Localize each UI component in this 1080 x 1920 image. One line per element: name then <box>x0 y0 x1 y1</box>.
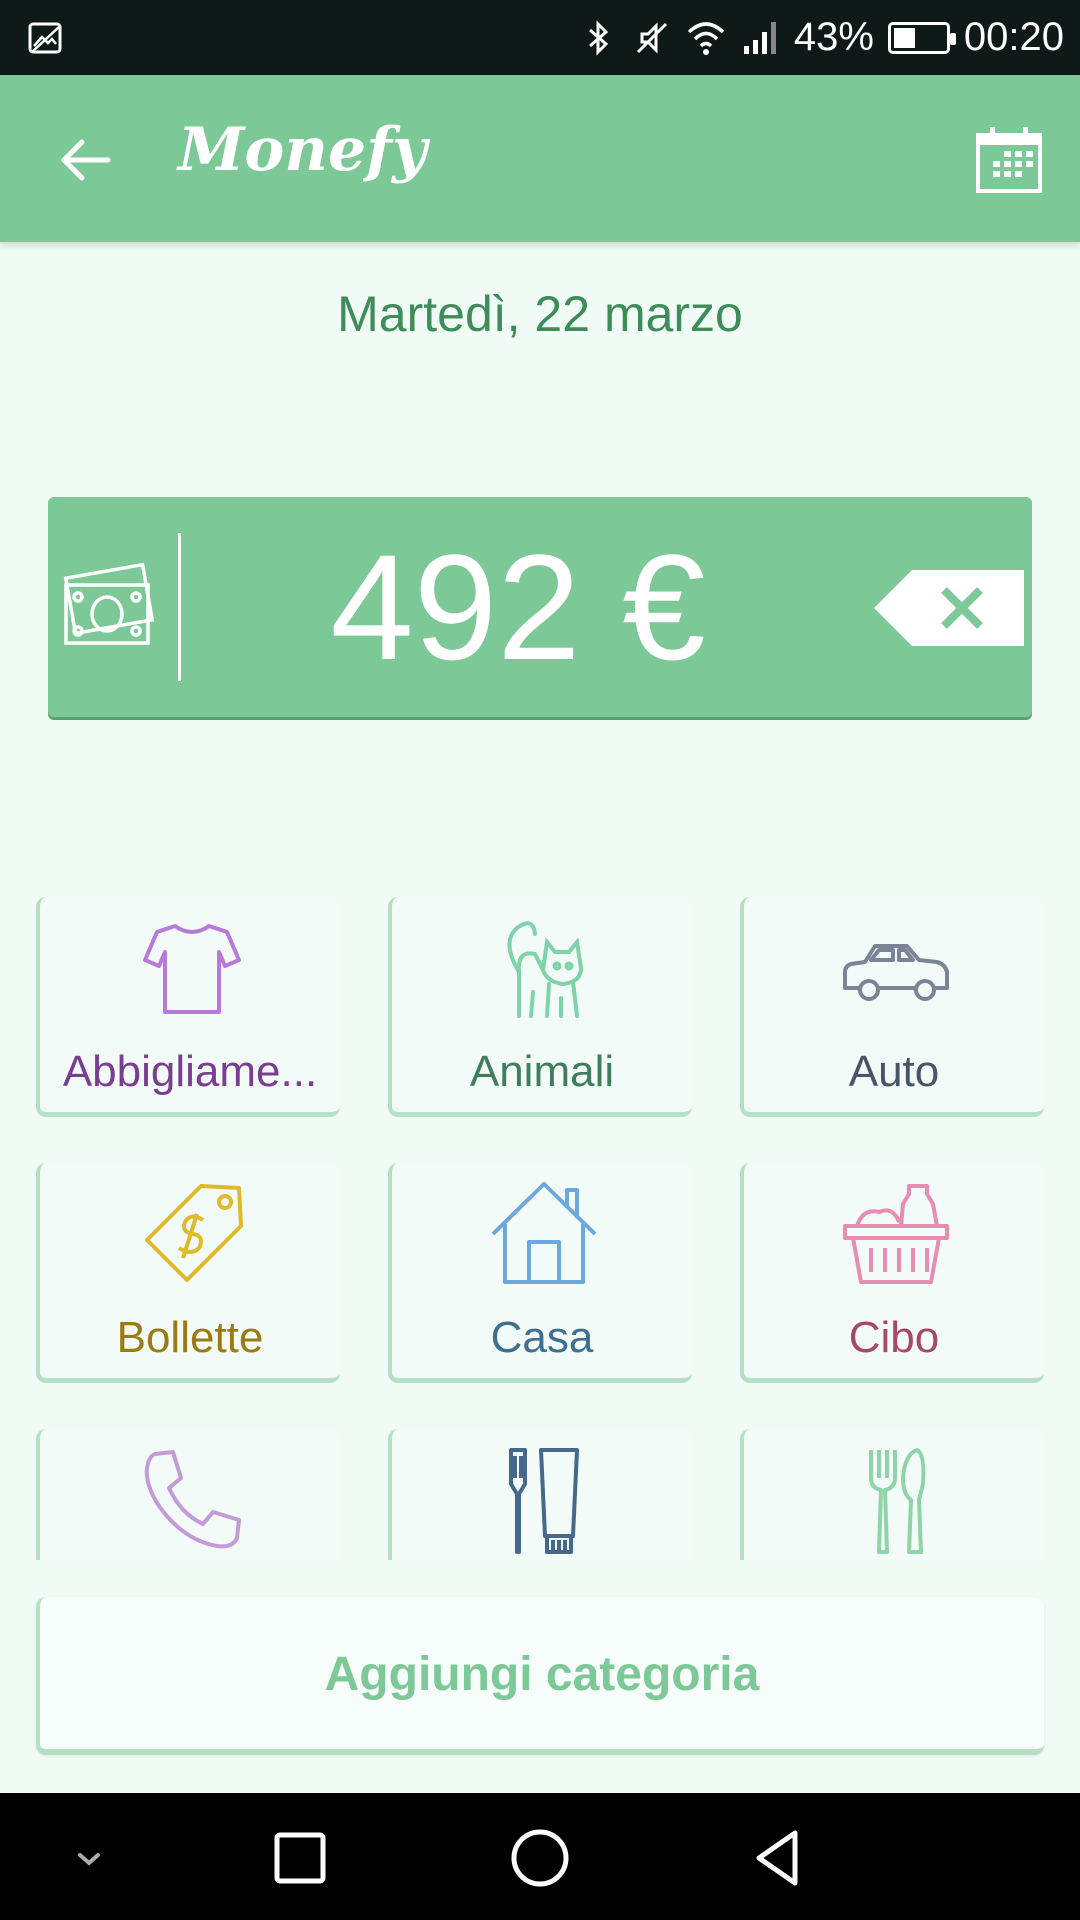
category-restaurant[interactable] <box>740 1429 1044 1560</box>
category-grid: Abbigliame... Animali Auto Bollette Casa… <box>36 897 1044 1560</box>
category-home[interactable]: Casa <box>388 1163 692 1383</box>
fork-knife-icon <box>869 1448 926 1554</box>
category-bills[interactable]: Bollette <box>36 1163 340 1383</box>
image-icon <box>28 22 62 54</box>
back-icon[interactable] <box>745 1823 815 1893</box>
category-car[interactable]: Auto <box>740 897 1044 1117</box>
category-label: Auto <box>848 1047 940 1096</box>
calendar-icon[interactable] <box>974 125 1044 195</box>
navigation-bar <box>0 1793 1080 1920</box>
battery-icon <box>887 21 956 54</box>
cat-icon <box>507 921 584 1018</box>
amount-display: 492 € <box>48 497 1032 717</box>
add-category-button[interactable]: Aggiungi categoria <box>36 1597 1044 1755</box>
amount-divider <box>178 533 181 681</box>
wifi-icon <box>687 21 725 55</box>
app-title: Monefy <box>178 115 427 185</box>
home-icon[interactable] <box>505 1823 575 1893</box>
signal-icon <box>743 21 776 54</box>
category-label: Casa <box>490 1313 594 1362</box>
battery-percent: 43% <box>793 15 874 59</box>
category-food[interactable]: Cibo <box>740 1163 1044 1383</box>
phone-icon <box>144 1450 241 1549</box>
house-icon <box>491 1182 597 1284</box>
arrow-left-icon[interactable] <box>50 125 120 195</box>
category-hygiene[interactable] <box>388 1429 692 1560</box>
selected-date[interactable]: Martedì, 22 marzo <box>0 285 1080 343</box>
category-clothing[interactable]: Abbigliame... <box>36 897 340 1117</box>
chevron-down-icon[interactable] <box>54 1823 124 1893</box>
mute-icon <box>636 21 667 54</box>
banknotes-icon[interactable] <box>60 557 160 657</box>
car-icon <box>843 944 949 1001</box>
toothbrush-icon <box>509 1448 579 1554</box>
shirt-icon <box>143 924 241 1014</box>
category-label: Bollette <box>116 1313 264 1362</box>
amount-value: 492 € <box>330 523 706 691</box>
category-label: Abbigliame... <box>62 1047 318 1096</box>
backspace-icon[interactable] <box>874 570 1024 646</box>
category-phone[interactable] <box>36 1429 340 1560</box>
category-label: Cibo <box>848 1313 940 1362</box>
clock: 00:20 <box>963 15 1064 59</box>
add-category-label: Aggiungi categoria <box>324 1648 760 1701</box>
bluetooth-icon <box>588 19 609 56</box>
basket-icon <box>843 1184 949 1284</box>
category-pets[interactable]: Animali <box>388 897 692 1117</box>
app-bar: Monefy <box>0 75 1080 242</box>
status-bar: 43% 00:20 <box>0 0 1080 75</box>
recent-apps-icon[interactable] <box>265 1823 335 1893</box>
price-tag-icon <box>145 1184 243 1282</box>
category-label: Animali <box>469 1047 615 1096</box>
